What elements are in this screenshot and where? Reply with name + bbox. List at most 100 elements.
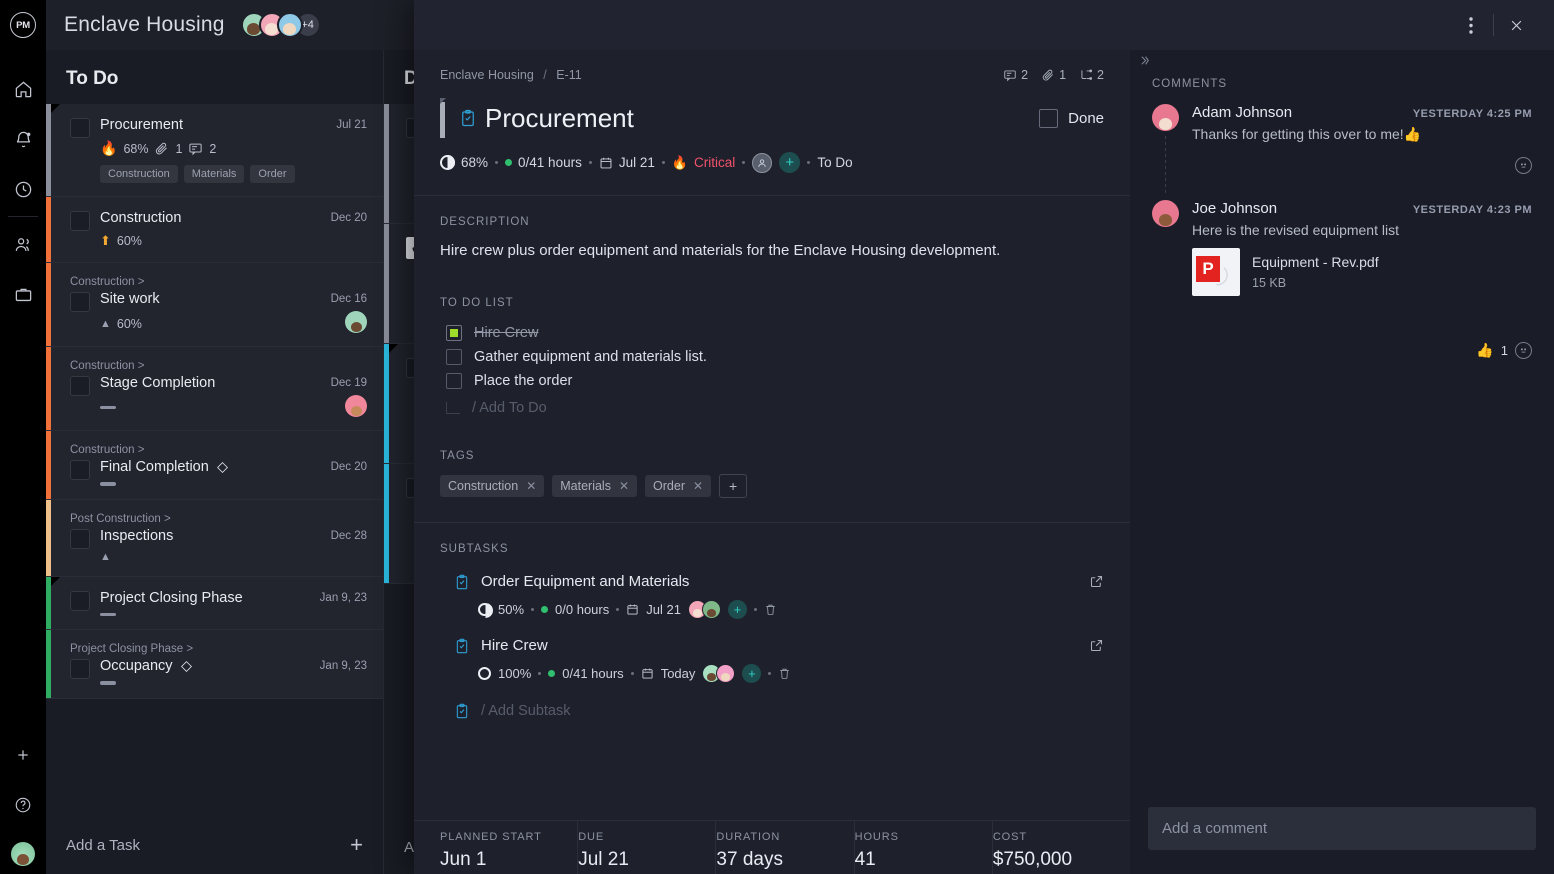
task-checkbox[interactable]	[70, 376, 90, 396]
task-checkbox[interactable]	[70, 659, 90, 679]
task-checkbox[interactable]	[70, 292, 90, 312]
comment-count: 2	[209, 141, 217, 156]
task-clipboard-icon	[456, 704, 468, 719]
comment-input[interactable]	[1148, 807, 1536, 850]
todo-checkbox[interactable]	[446, 372, 462, 389]
task-card[interactable]: Construction > Final Completion Dec 20	[46, 431, 383, 500]
modal-close-button[interactable]	[1494, 3, 1538, 47]
field-planned-start[interactable]: PLANNED START Jun 1	[440, 821, 579, 874]
comment-avatar[interactable]	[1152, 200, 1179, 227]
tag-chip[interactable]: Order ✕	[645, 474, 712, 497]
task-card[interactable]: Project Closing Phase Jan 9, 23	[46, 576, 383, 630]
task-card[interactable]: Construction > Site work Dec 16 ▲ 60%	[46, 263, 383, 347]
meta-separator	[588, 161, 592, 164]
todo-checkbox[interactable]	[446, 324, 462, 341]
done-toggle[interactable]: Done	[1039, 108, 1104, 128]
app-root: PM Enclave Housing +4 To Do Procurement …	[0, 0, 1554, 874]
task-checkbox[interactable]	[70, 211, 90, 231]
add-todo-row[interactable]: / Add To Do	[440, 393, 1104, 416]
rail-item-add[interactable]	[0, 730, 46, 780]
task-assignee-avatar[interactable]	[345, 395, 367, 417]
add-assignee-button[interactable]: +	[779, 152, 801, 173]
task-card[interactable]: Construction Dec 20 ⬆ 60%	[46, 197, 383, 263]
task-checkbox[interactable]	[70, 118, 90, 138]
field-hours[interactable]: HOURS 41	[855, 821, 993, 874]
task-checkbox[interactable]	[70, 528, 90, 549]
description-text[interactable]: Hire crew plus order equipment and mater…	[440, 240, 1104, 263]
thumbs-up-icon[interactable]: 👍	[1476, 342, 1493, 359]
todo-section: TO DO LIST Hire Crew Gather equipment an…	[414, 263, 1130, 416]
add-tag-button[interactable]: +	[719, 473, 748, 499]
chevron-double-right-icon	[1141, 56, 1149, 65]
todo-item[interactable]: Place the order	[440, 369, 1104, 393]
task-card[interactable]: Construction > Stage Completion Dec 19	[46, 347, 383, 431]
add-reaction-button[interactable]	[1515, 157, 1532, 174]
meta-separator	[531, 608, 535, 612]
counter-comments[interactable]: 2	[1003, 68, 1028, 82]
meta-priority[interactable]: 🔥 Critical	[672, 155, 735, 171]
subtask-header[interactable]: Hire Crew	[454, 631, 1104, 660]
meta-hours[interactable]: 0/41 hours	[505, 155, 582, 170]
add-subtask-row[interactable]: / Add Subtask	[440, 695, 1104, 719]
task-checkbox[interactable]	[70, 590, 90, 611]
field-duration[interactable]: DURATION 37 days	[716, 821, 855, 874]
counter-subtasks[interactable]: 2	[1079, 68, 1104, 82]
delete-subtask-button[interactable]	[764, 603, 777, 616]
rail-item-notifications[interactable]	[0, 114, 46, 164]
task-stripe	[46, 104, 60, 196]
subtask-header[interactable]: Order Equipment and Materials	[454, 567, 1104, 596]
open-subtask-button[interactable]	[1089, 638, 1104, 653]
rail-item-people[interactable]	[0, 219, 46, 269]
modal-more-button[interactable]	[1449, 3, 1493, 47]
todo-item[interactable]: Hire Crew	[440, 321, 1104, 345]
tag-remove-icon[interactable]: ✕	[693, 479, 703, 493]
tag-remove-icon[interactable]: ✕	[619, 479, 629, 493]
field-due[interactable]: DUE Jul 21	[578, 821, 717, 874]
comment-avatar[interactable]	[1152, 104, 1179, 131]
current-user-avatar[interactable]	[11, 842, 35, 866]
tag-chip[interactable]: Materials ✕	[552, 474, 638, 497]
task-assignee-avatar[interactable]	[345, 311, 367, 333]
open-subtask-button[interactable]	[1089, 574, 1104, 589]
meta-progress[interactable]: 68%	[440, 155, 488, 170]
add-reaction-button[interactable]	[1515, 342, 1532, 359]
member-avatar-stack[interactable]: +4	[240, 12, 321, 38]
attachment-icon	[156, 142, 168, 155]
comment-time: YESTERDAY 4:23 PM	[1412, 204, 1532, 216]
tag-remove-icon[interactable]: ✕	[526, 479, 536, 493]
comment-attachment[interactable]: P Equipment - Rev.pdf 15 KB	[1192, 248, 1532, 296]
assignee-placeholder-avatar[interactable]	[752, 152, 773, 173]
task-checkbox[interactable]	[70, 460, 90, 480]
add-subtask-assignee-button[interactable]: +	[727, 600, 747, 620]
add-subtask-assignee-button[interactable]: +	[742, 664, 762, 684]
meta-date[interactable]: Jul 21	[599, 155, 655, 170]
rail-item-recent[interactable]	[0, 164, 46, 214]
add-task-button[interactable]: Add a Task +	[46, 816, 383, 874]
breadcrumb-project[interactable]: Enclave Housing	[440, 68, 534, 82]
task-card[interactable]: Project Closing Phase > Occupancy Jan 9,…	[46, 630, 383, 699]
task-stripe	[384, 464, 389, 583]
attachment-name[interactable]: Equipment - Rev.pdf	[1252, 254, 1379, 270]
rail-item-portfolio[interactable]	[0, 269, 46, 319]
done-checkbox[interactable]	[1039, 108, 1059, 128]
counter-attachments[interactable]: 1	[1041, 68, 1066, 82]
subtask-assignees[interactable]	[702, 664, 736, 684]
avatar	[716, 664, 736, 684]
delete-subtask-button[interactable]	[778, 667, 791, 680]
breadcrumb-id[interactable]: E-11	[556, 68, 581, 82]
task-card[interactable]: Post Construction > Inspections Dec 28 ▲	[46, 499, 383, 577]
subtask-assignees[interactable]	[687, 600, 721, 620]
meta-status[interactable]: To Do	[817, 155, 852, 170]
task-card[interactable]: Procurement Jul 21 🔥 68% 1 2 Constructio…	[46, 104, 383, 197]
todo-checkbox[interactable]	[446, 348, 462, 365]
task-title[interactable]: Procurement	[485, 103, 634, 134]
tag-chip[interactable]: Construction ✕	[440, 474, 545, 497]
task-detail-scroll[interactable]: Enclave Housing / E-11 2 1 2 Procurement…	[414, 50, 1130, 874]
app-logo[interactable]: PM	[0, 0, 46, 50]
collapse-comments-button[interactable]	[1138, 54, 1151, 67]
rail-item-help[interactable]	[0, 780, 46, 830]
field-cost[interactable]: COST $750,000	[993, 821, 1130, 874]
rail-item-home[interactable]	[0, 64, 46, 114]
comment-text: Here is the revised equipment list	[1192, 222, 1399, 238]
todo-item[interactable]: Gather equipment and materials list.	[440, 345, 1104, 369]
